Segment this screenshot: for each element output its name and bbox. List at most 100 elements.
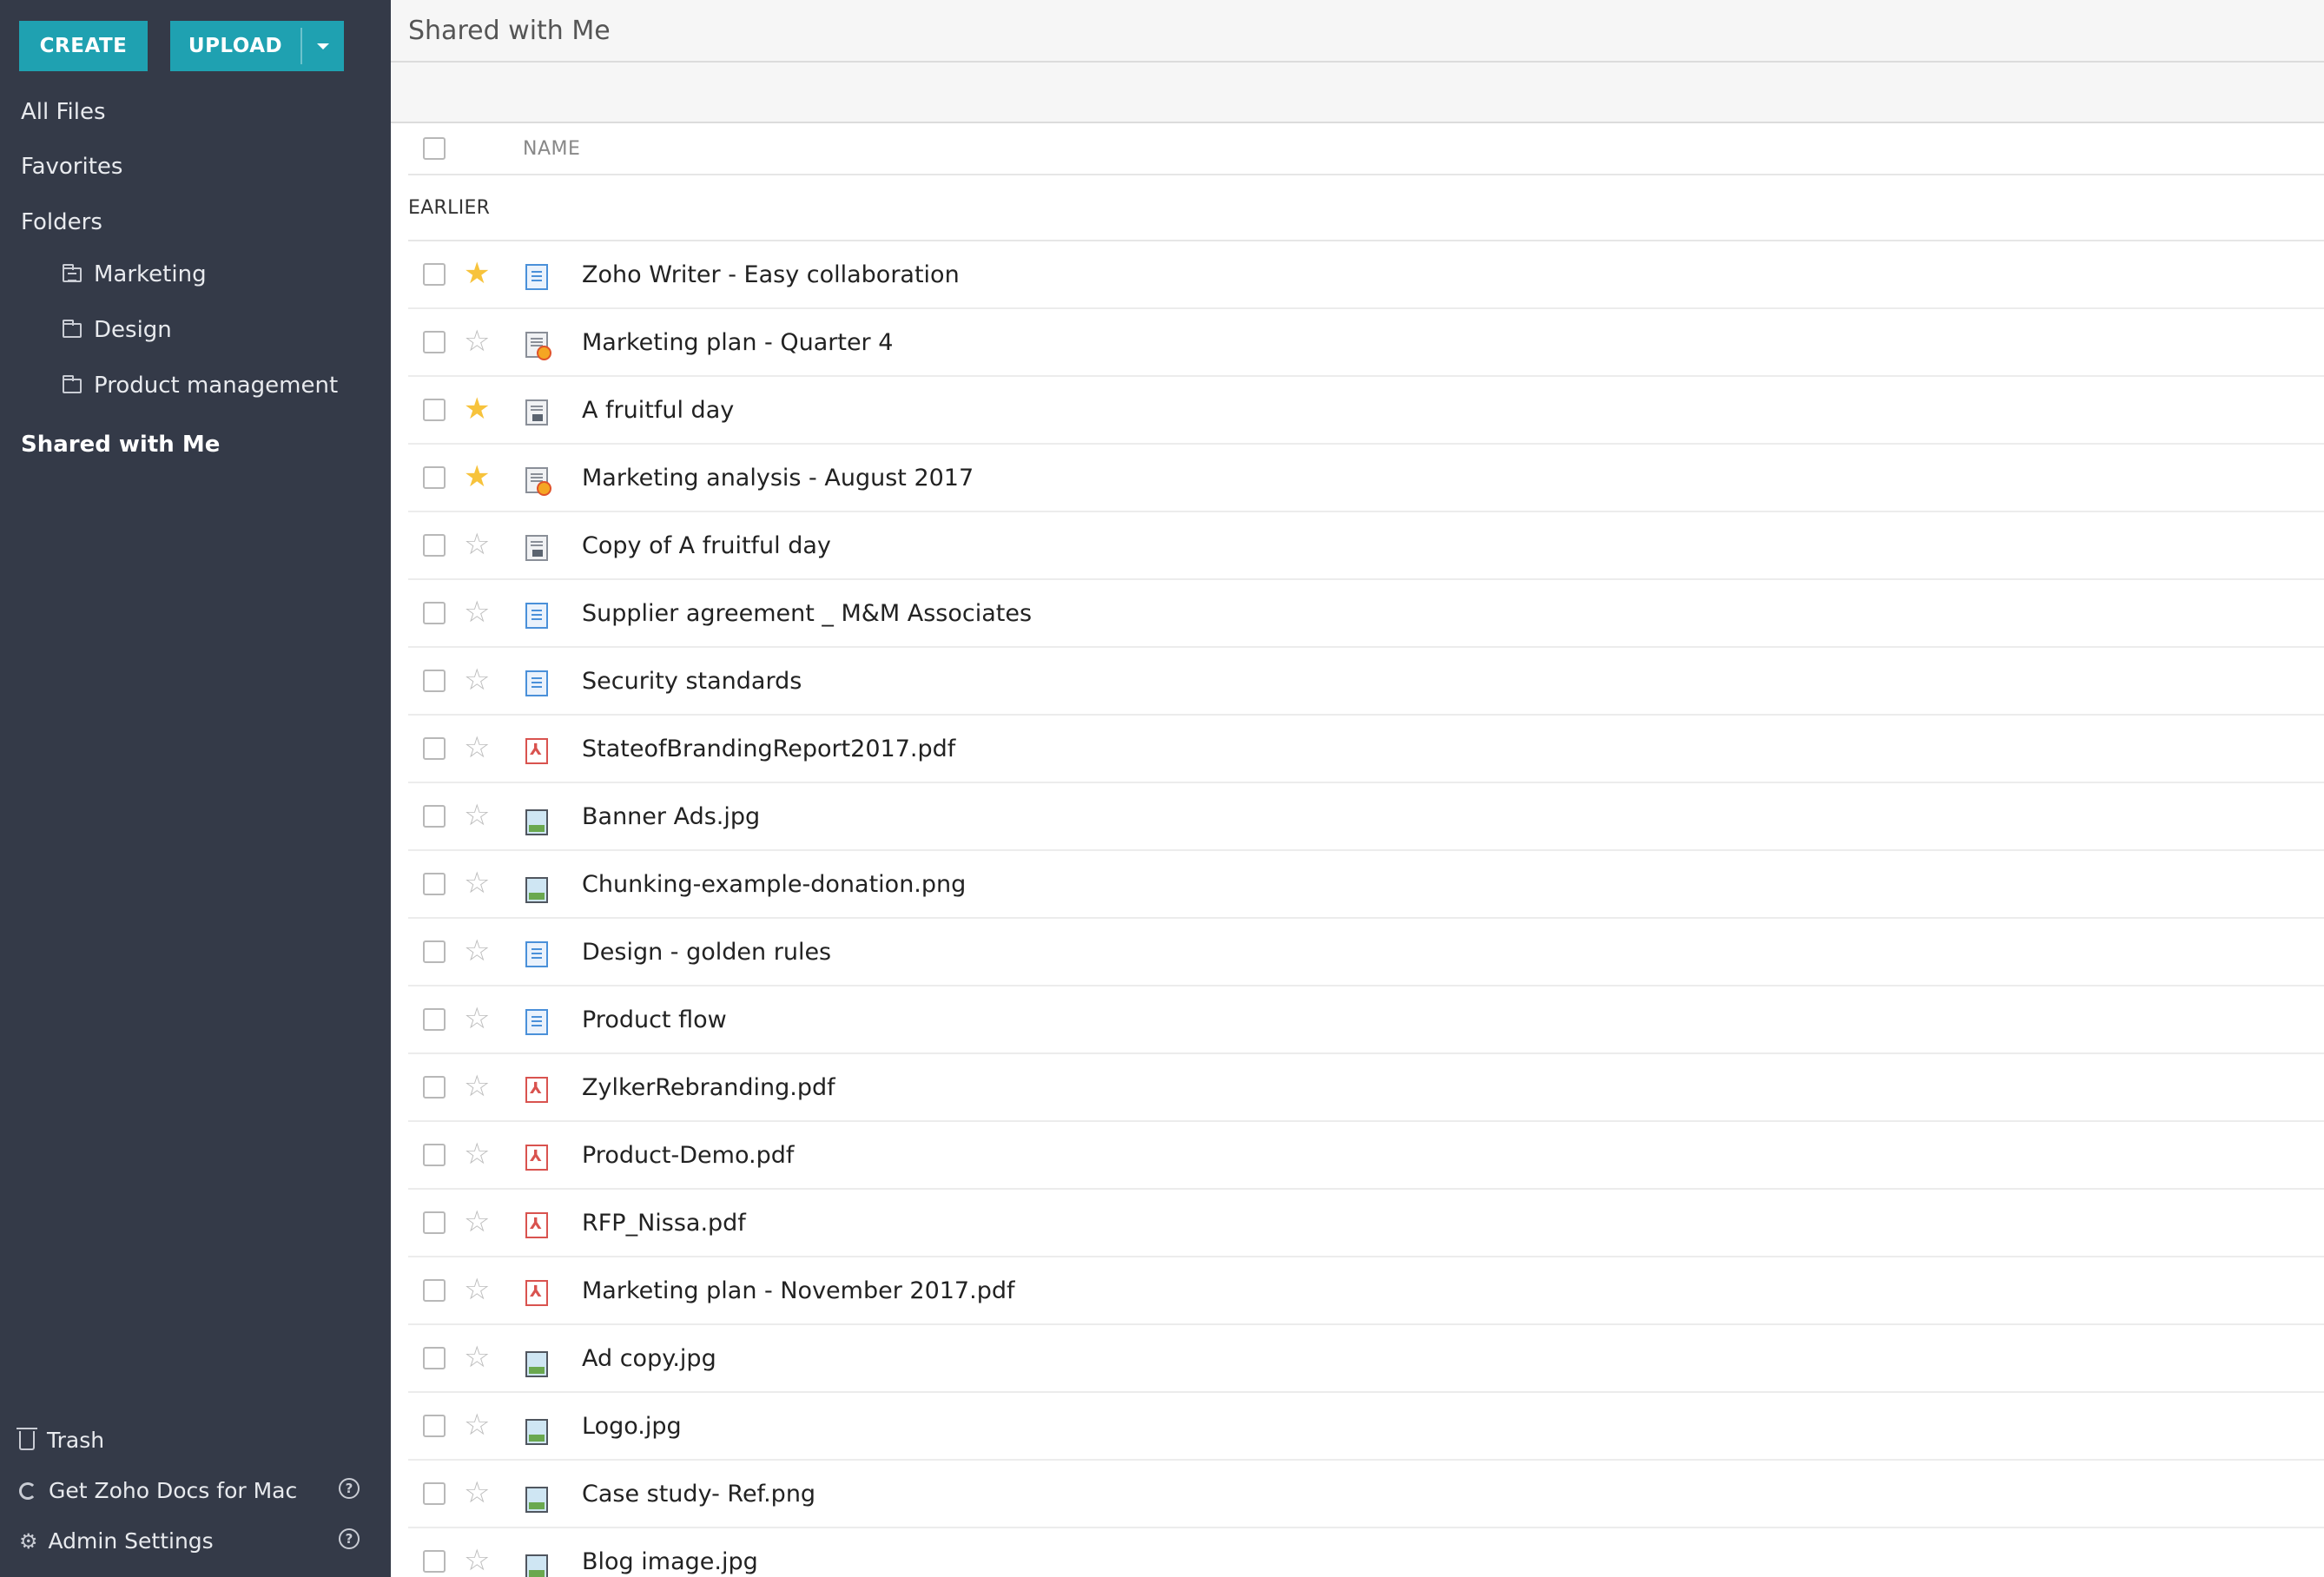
file-name[interactable]: A fruitful day bbox=[582, 397, 734, 424]
file-name[interactable]: ZylkerRebranding.pdf bbox=[582, 1074, 835, 1101]
row-checkbox[interactable] bbox=[423, 1415, 446, 1437]
file-name[interactable]: Chunking-example-donation.png bbox=[582, 871, 966, 898]
row-checkbox[interactable] bbox=[423, 1550, 446, 1573]
pdf-icon bbox=[525, 1077, 548, 1103]
row-checkbox[interactable] bbox=[423, 1076, 446, 1099]
file-row[interactable]: ☆ Product-Demo.pdf bbox=[408, 1122, 2324, 1190]
file-row[interactable]: ☆ Ad copy.jpg bbox=[408, 1325, 2324, 1393]
file-row[interactable]: ☆ Product flow bbox=[408, 986, 2324, 1054]
star-outline-icon[interactable]: ☆ bbox=[464, 1410, 490, 1440]
star-outline-icon[interactable]: ☆ bbox=[464, 868, 490, 898]
row-checkbox[interactable] bbox=[423, 737, 446, 760]
row-checkbox[interactable] bbox=[423, 1008, 446, 1031]
get-docs-mac-link[interactable]: Get Zoho Docs for Mac bbox=[19, 1478, 297, 1503]
upload-button[interactable]: UPLOAD bbox=[170, 21, 344, 71]
star-outline-icon[interactable]: ☆ bbox=[464, 530, 490, 559]
row-checkbox[interactable] bbox=[423, 873, 446, 895]
file-name[interactable]: Marketing plan - November 2017.pdf bbox=[582, 1277, 1014, 1304]
select-all-checkbox[interactable] bbox=[423, 137, 446, 160]
file-row[interactable]: ☆ StateofBrandingReport2017.pdf bbox=[408, 716, 2324, 783]
row-checkbox[interactable] bbox=[423, 534, 446, 557]
file-name[interactable]: StateofBrandingReport2017.pdf bbox=[582, 736, 955, 762]
star-filled-icon[interactable]: ★ bbox=[464, 462, 490, 492]
row-checkbox[interactable] bbox=[423, 263, 446, 286]
row-checkbox[interactable] bbox=[423, 1279, 446, 1302]
create-button[interactable]: CREATE bbox=[19, 21, 148, 71]
file-name[interactable]: Marketing plan - Quarter 4 bbox=[582, 329, 893, 356]
file-name[interactable]: Security standards bbox=[582, 668, 802, 695]
file-row[interactable]: ☆ Marketing plan - November 2017.pdf bbox=[408, 1257, 2324, 1325]
file-name[interactable]: Logo.jpg bbox=[582, 1413, 682, 1440]
star-outline-icon[interactable]: ☆ bbox=[464, 1139, 490, 1169]
row-checkbox[interactable] bbox=[423, 940, 446, 963]
file-name[interactable]: Design - golden rules bbox=[582, 939, 831, 966]
star-outline-icon[interactable]: ☆ bbox=[464, 801, 490, 830]
file-name[interactable]: Marketing analysis - August 2017 bbox=[582, 465, 974, 492]
file-row[interactable]: ☆ RFP_Nissa.pdf bbox=[408, 1190, 2324, 1257]
nav-folders[interactable]: Folders bbox=[21, 209, 102, 235]
star-outline-icon[interactable]: ☆ bbox=[464, 1072, 490, 1101]
file-row[interactable]: ☆ Banner Ads.jpg bbox=[408, 783, 2324, 851]
star-outline-icon[interactable]: ☆ bbox=[464, 733, 490, 762]
row-checkbox[interactable] bbox=[423, 1144, 446, 1166]
nav-shared-with-me[interactable]: Shared with Me bbox=[21, 432, 220, 458]
file-name[interactable]: Ad copy.jpg bbox=[582, 1345, 716, 1372]
star-outline-icon[interactable]: ☆ bbox=[464, 1478, 490, 1508]
file-name[interactable]: Zoho Writer - Easy collaboration bbox=[582, 261, 960, 288]
file-row[interactable]: ☆ Supplier agreement _ M&M Associates bbox=[408, 580, 2324, 648]
row-checkbox[interactable] bbox=[423, 331, 446, 353]
file-row[interactable]: ☆ Logo.jpg bbox=[408, 1393, 2324, 1461]
star-outline-icon[interactable]: ☆ bbox=[464, 1546, 490, 1575]
file-row[interactable]: ☆ Copy of A fruitful day bbox=[408, 512, 2324, 580]
row-checkbox[interactable] bbox=[423, 805, 446, 828]
folder-item-design[interactable]: Design bbox=[63, 317, 172, 343]
file-name[interactable]: Case study- Ref.png bbox=[582, 1481, 815, 1508]
file-name[interactable]: Banner Ads.jpg bbox=[582, 803, 760, 830]
file-row[interactable]: ☆ Design - golden rules bbox=[408, 919, 2324, 986]
nav-trash[interactable]: Trash bbox=[17, 1427, 104, 1453]
row-checkbox[interactable] bbox=[423, 399, 446, 421]
column-header-name[interactable]: NAME bbox=[523, 138, 580, 160]
file-name[interactable]: RFP_Nissa.pdf bbox=[582, 1210, 746, 1237]
file-row[interactable]: ☆ Blog image.jpg bbox=[408, 1528, 2324, 1577]
file-row[interactable]: ☆ Case study- Ref.png bbox=[408, 1461, 2324, 1528]
file-row[interactable]: ☆ Security standards bbox=[408, 648, 2324, 716]
star-outline-icon[interactable]: ☆ bbox=[464, 1004, 490, 1033]
star-outline-icon[interactable]: ☆ bbox=[464, 665, 490, 695]
star-outline-icon[interactable]: ☆ bbox=[464, 1275, 490, 1304]
file-row[interactable]: ★ Zoho Writer - Easy collaboration bbox=[408, 241, 2324, 309]
folder-item-product-management[interactable]: Product management bbox=[63, 373, 338, 399]
star-outline-icon[interactable]: ☆ bbox=[464, 1343, 490, 1372]
file-name[interactable]: Copy of A fruitful day bbox=[582, 532, 831, 559]
star-outline-icon[interactable]: ☆ bbox=[464, 1207, 490, 1237]
file-name[interactable]: Blog image.jpg bbox=[582, 1548, 758, 1575]
file-name[interactable]: Product flow bbox=[582, 1006, 727, 1033]
row-checkbox[interactable] bbox=[423, 1482, 446, 1505]
file-row[interactable]: ★ A fruitful day bbox=[408, 377, 2324, 445]
upload-dropdown-toggle[interactable] bbox=[302, 21, 344, 71]
star-filled-icon[interactable]: ★ bbox=[464, 394, 490, 424]
file-row[interactable]: ☆ ZylkerRebranding.pdf bbox=[408, 1054, 2324, 1122]
file-row[interactable]: ☆ Chunking-example-donation.png bbox=[408, 851, 2324, 919]
row-checkbox[interactable] bbox=[423, 1211, 446, 1234]
file-name[interactable]: Supplier agreement _ M&M Associates bbox=[582, 600, 1032, 627]
nav-favorites[interactable]: Favorites bbox=[21, 154, 122, 180]
file-row[interactable]: ★ Marketing analysis - August 2017 bbox=[408, 445, 2324, 512]
row-checkbox[interactable] bbox=[423, 602, 446, 624]
row-checkbox[interactable] bbox=[423, 1347, 446, 1369]
folder-item-marketing[interactable]: Marketing bbox=[63, 261, 207, 287]
file-row[interactable]: ☆ Marketing plan - Quarter 4 bbox=[408, 309, 2324, 377]
file-name[interactable]: Product-Demo.pdf bbox=[582, 1142, 794, 1169]
star-filled-icon[interactable]: ★ bbox=[464, 259, 490, 288]
help-icon[interactable]: ? bbox=[339, 1528, 360, 1549]
trash-icon bbox=[17, 1427, 37, 1450]
row-checkbox[interactable] bbox=[423, 466, 446, 489]
star-outline-icon[interactable]: ☆ bbox=[464, 936, 490, 966]
row-checkbox[interactable] bbox=[423, 670, 446, 692]
help-icon[interactable]: ? bbox=[339, 1478, 360, 1499]
star-outline-icon[interactable]: ☆ bbox=[464, 597, 490, 627]
star-outline-icon[interactable]: ☆ bbox=[464, 327, 490, 356]
nav-all-files[interactable]: All Files bbox=[21, 99, 106, 125]
admin-settings-link[interactable]: ⚙ Admin Settings bbox=[19, 1528, 214, 1554]
upload-button-label[interactable]: UPLOAD bbox=[170, 21, 300, 71]
